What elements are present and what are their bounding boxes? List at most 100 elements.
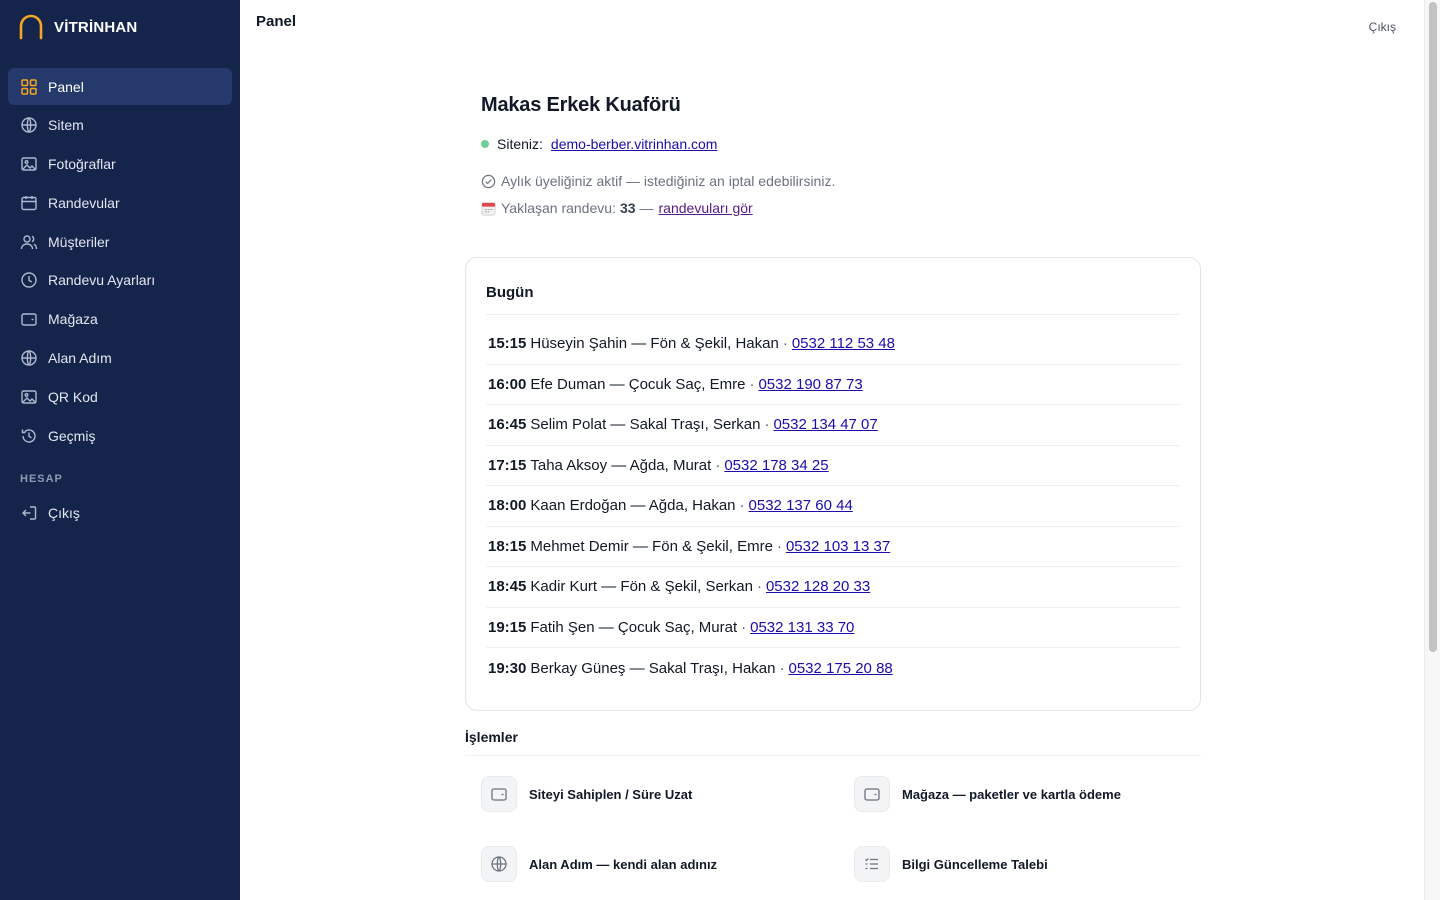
appointment-phone-link[interactable]: 0532 175 20 88 [788, 660, 892, 677]
appointment-time: 17:15 [488, 456, 527, 474]
sidebar-item-panel[interactable]: Panel [8, 68, 232, 105]
appointment-phone-link[interactable]: 0532 134 47 07 [773, 416, 877, 433]
wallet-icon [21, 313, 37, 326]
separator: · [741, 618, 747, 636]
image-icon [21, 390, 37, 404]
separator: · [715, 456, 721, 474]
sidebar-account-nav: Çıkış [8, 494, 232, 533]
separator: · [756, 578, 762, 596]
brand-logo-icon [19, 14, 43, 40]
sidebar-item-label: Randevular [48, 194, 120, 211]
appointment-row: 18:45 Kadir Kurt — Fön & Şekil, Serkan · 05… [486, 567, 1180, 608]
appointment-details: Selim Polat — Sakal Traşı, Serkan [530, 416, 761, 434]
appointment-phone-link[interactable]: 0532 137 60 44 [749, 497, 853, 514]
upcoming-dash: — [639, 200, 654, 216]
brand-name: VİTRİNHAN [54, 18, 138, 36]
action-icon-box [481, 846, 517, 882]
appointment-time: 15:15 [488, 335, 527, 353]
sidebar-section-label: HESAP [20, 473, 63, 485]
sidebar-item-qr-kod[interactable]: QR Kod [8, 378, 232, 415]
appointment-time: 16:45 [488, 416, 527, 434]
separator: · [779, 659, 785, 677]
page-title: Panel [256, 13, 297, 30]
site-url-link[interactable]: demo-berber.vitrinhan.com [551, 136, 718, 152]
upcoming-count: 33 [619, 200, 636, 216]
calendar-emoji-icon [481, 202, 496, 215]
appointment-time: 19:30 [488, 659, 527, 677]
action-domain[interactable]: Alan Adım — kendi alan adınız [481, 846, 717, 882]
globe-icon [21, 350, 37, 366]
calendar-icon [21, 195, 37, 211]
sidebar-item-label: Sitem [48, 117, 84, 134]
appointment-row: 18:00 Kaan Erdoğan — Ağda, Hakan · 0532 137… [486, 486, 1180, 527]
globe-icon [21, 117, 37, 133]
sidebar-item-label: Alan Adım [48, 350, 112, 367]
clock-icon [21, 272, 37, 289]
brand[interactable]: VİTRİNHAN [18, 14, 137, 40]
appointment-phone-link[interactable]: 0532 178 34 25 [724, 457, 828, 474]
sidebar-item-musteriler[interactable]: Müşteriler [8, 223, 232, 260]
sidebar-item-randevular[interactable]: Randevular [8, 184, 232, 221]
appointment-row: 16:00 Efe Duman — Çocuk Saç, Emre · 0532 19… [486, 365, 1180, 405]
wallet-icon [864, 788, 880, 801]
action-label: Mağaza — paketler ve kartla ödeme [902, 786, 1121, 802]
action-claim-site[interactable]: Siteyi Sahiplen / Süre Uzat [481, 776, 692, 812]
appointment-details: Fatih Şen — Çocuk Saç, Murat [530, 618, 738, 636]
action-label: Bilgi Güncelleme Talebi [902, 856, 1048, 872]
sidebar-item-fotograflar[interactable]: Fotoğraflar [8, 146, 232, 183]
wallet-icon [491, 788, 507, 801]
check-circle-icon [481, 174, 496, 188]
logout-icon [22, 505, 37, 520]
logout-link[interactable]: Çıkış [1369, 20, 1396, 34]
scrollbar[interactable] [1424, 0, 1440, 900]
sidebar-item-label: Randevu Ayarları [48, 272, 156, 289]
action-store[interactable]: Mağaza — paketler ve kartla ödeme [854, 776, 1121, 812]
sidebar-item-gecmis[interactable]: Geçmiş [8, 417, 232, 454]
sidebar-item-sitem[interactable]: Sitem [8, 107, 232, 144]
appointment-phone-link[interactable]: 0532 190 87 73 [758, 376, 862, 393]
action-icon-box [854, 776, 890, 812]
status-dot-icon [481, 140, 489, 148]
appointment-details: Berkay Güneş — Sakal Traşı, Hakan [530, 659, 776, 677]
view-appointments-link[interactable]: randevuları gör [659, 200, 753, 216]
appointment-details: Kaan Erdoğan — Ağda, Hakan [530, 497, 736, 515]
appointment-details: Efe Duman — Çocuk Saç, Emre [530, 375, 746, 393]
sidebar: VİTRİNHAN Panel Sitem Fotoğraflar Randev… [0, 0, 240, 900]
separator: · [739, 497, 745, 515]
appointment-list: 15:15 Hüseyin Şahin — Fön & Şekil, Hakan ·… [486, 324, 1180, 689]
scrollbar-thumb[interactable] [1429, 2, 1437, 652]
sidebar-item-label: QR Kod [48, 388, 98, 405]
today-card: Bugün 15:15 Hüseyin Şahin — Fön & Şekil, … [465, 257, 1201, 711]
appointment-phone-link[interactable]: 0532 131 33 70 [750, 619, 854, 636]
membership-text: Aylık üyeliğiniz aktif — istediğiniz an … [501, 173, 836, 189]
appointment-time: 18:00 [488, 497, 527, 515]
appointment-row: 19:15 Fatih Şen — Çocuk Saç, Murat · 0532 1… [486, 608, 1180, 648]
separator: · [749, 375, 755, 393]
action-info-update[interactable]: Bilgi Güncelleme Talebi [854, 846, 1048, 882]
appointment-phone-link[interactable]: 0532 112 53 48 [792, 335, 895, 352]
divider [465, 755, 1201, 756]
actions-title: İşlemler [465, 729, 518, 745]
sidebar-item-label: Fotoğraflar [48, 156, 116, 173]
appointment-phone-link[interactable]: 0532 128 20 33 [766, 578, 870, 595]
sidebar-item-label: Panel [48, 78, 84, 95]
history-icon [21, 429, 36, 443]
globe-icon [491, 856, 507, 872]
appointment-time: 18:45 [488, 578, 527, 596]
sidebar-item-label: Çıkış [48, 504, 80, 521]
action-label: Alan Adım — kendi alan adınız [529, 856, 718, 872]
appointment-time: 18:15 [488, 537, 527, 555]
sidebar-item-logout[interactable]: Çıkış [8, 494, 232, 531]
appointment-details: Mehmet Demir — Fön & Şekil, Emre [530, 537, 773, 555]
sidebar-item-alan-adim[interactable]: Alan Adım [8, 340, 232, 377]
appointment-details: Taha Aksoy — Ağda, Murat [530, 456, 712, 474]
action-icon-box [854, 846, 890, 882]
site-row: Siteniz: demo-berber.vitrinhan.com [481, 136, 717, 152]
appointment-row: 15:15 Hüseyin Şahin — Fön & Şekil, Hakan ·… [486, 324, 1180, 365]
separator: · [764, 416, 770, 434]
appointment-phone-link[interactable]: 0532 103 13 37 [786, 538, 890, 555]
appointment-row: 17:15 Taha Aksoy — Ağda, Murat · 0532 178 3… [486, 446, 1180, 486]
appointment-row: 16:45 Selim Polat — Sakal Traşı, Serkan · 0… [486, 405, 1180, 446]
sidebar-item-randevu-ayarlari[interactable]: Randevu Ayarları [8, 262, 232, 299]
sidebar-item-magaza[interactable]: Mağaza [8, 301, 232, 338]
